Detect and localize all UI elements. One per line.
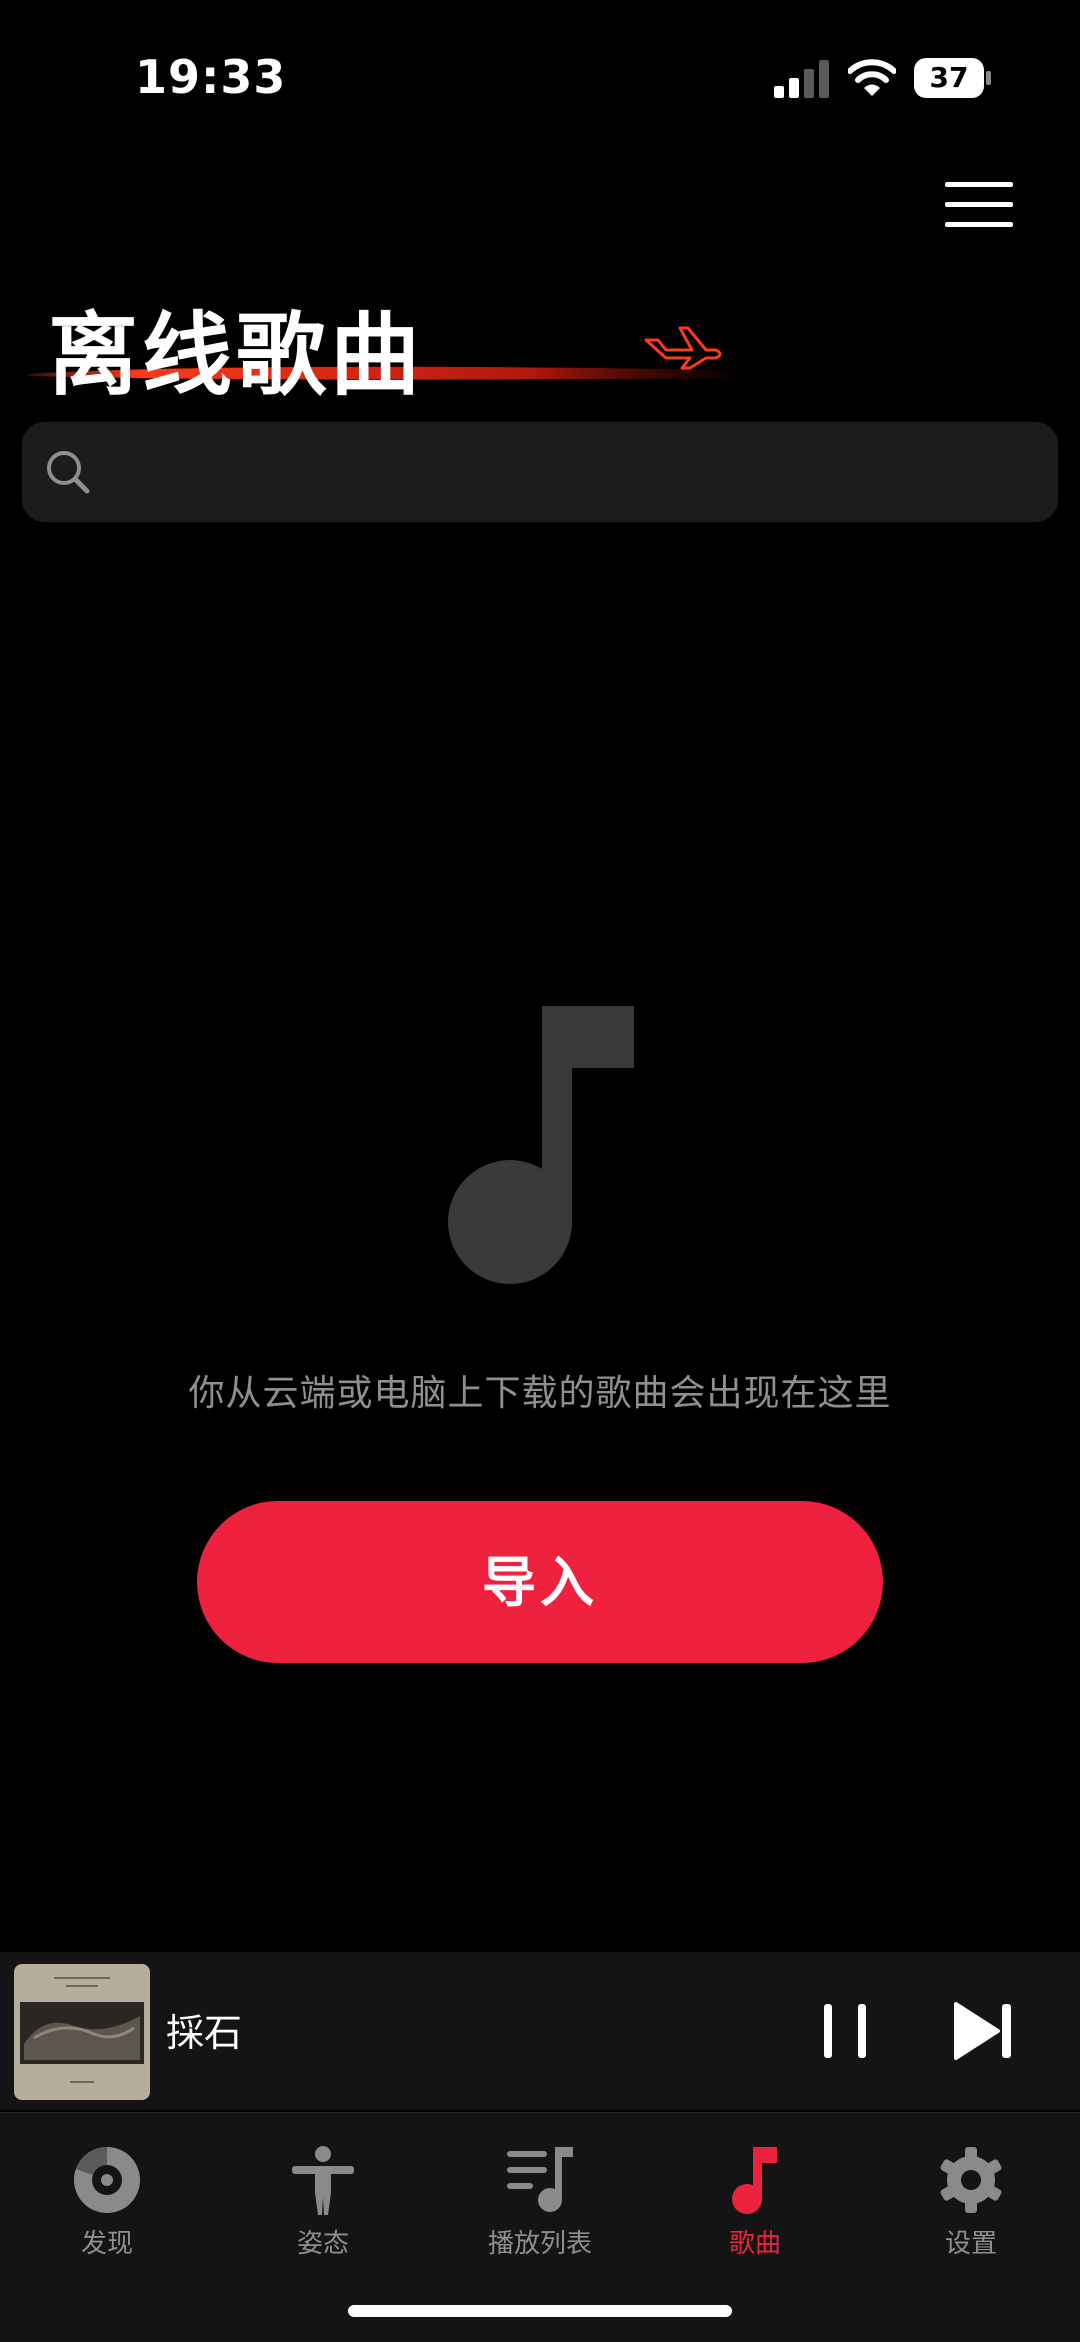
home-indicator — [348, 2305, 732, 2317]
gear-icon — [940, 2147, 1002, 2213]
tab-playlists[interactable]: 播放列表 — [455, 2127, 625, 2259]
search-bar[interactable] — [22, 422, 1058, 524]
disc-icon — [74, 2147, 140, 2213]
battery-level: 37 — [929, 61, 969, 94]
tab-label: 歌曲 — [728, 2229, 781, 2259]
tab-discover[interactable]: 发现 — [22, 2127, 192, 2259]
tab-label: 设置 — [944, 2229, 997, 2259]
page-title: 离线歌曲 — [48, 303, 424, 408]
album-art[interactable] — [14, 1964, 150, 2100]
playlist-icon — [507, 2147, 573, 2212]
tab-label: 播放列表 — [487, 2229, 592, 2259]
tab-songs[interactable]: 歌曲 — [670, 2127, 840, 2259]
search-input[interactable] — [110, 422, 1034, 524]
pause-button[interactable] — [818, 2000, 874, 2062]
menu-button[interactable] — [945, 180, 1015, 230]
tab-posture[interactable]: 姿态 — [238, 2127, 408, 2259]
now-playing-title[interactable]: 採石 — [166, 2002, 242, 2057]
signal-icon — [774, 60, 829, 98]
person-icon — [292, 2146, 354, 2215]
battery-icon: 37 — [914, 58, 992, 100]
mini-player[interactable]: 採石 — [0, 1952, 1080, 2110]
search-icon — [47, 451, 90, 494]
import-button[interactable]: 导入 — [197, 1501, 883, 1663]
tab-settings[interactable]: 设置 — [886, 2127, 1056, 2259]
empty-state-message: 你从云端或电脑上下载的歌曲会出现在这里 — [188, 1373, 892, 1414]
tab-label: 姿态 — [296, 2229, 349, 2259]
music-note-icon — [448, 1006, 634, 1284]
airplane-icon — [644, 326, 722, 370]
music-note-icon — [732, 2147, 777, 2214]
tab-label: 发现 — [80, 2229, 133, 2259]
next-track-button[interactable] — [952, 2000, 1014, 2062]
status-time: 19:33 — [135, 50, 287, 104]
wifi-icon — [848, 59, 896, 96]
